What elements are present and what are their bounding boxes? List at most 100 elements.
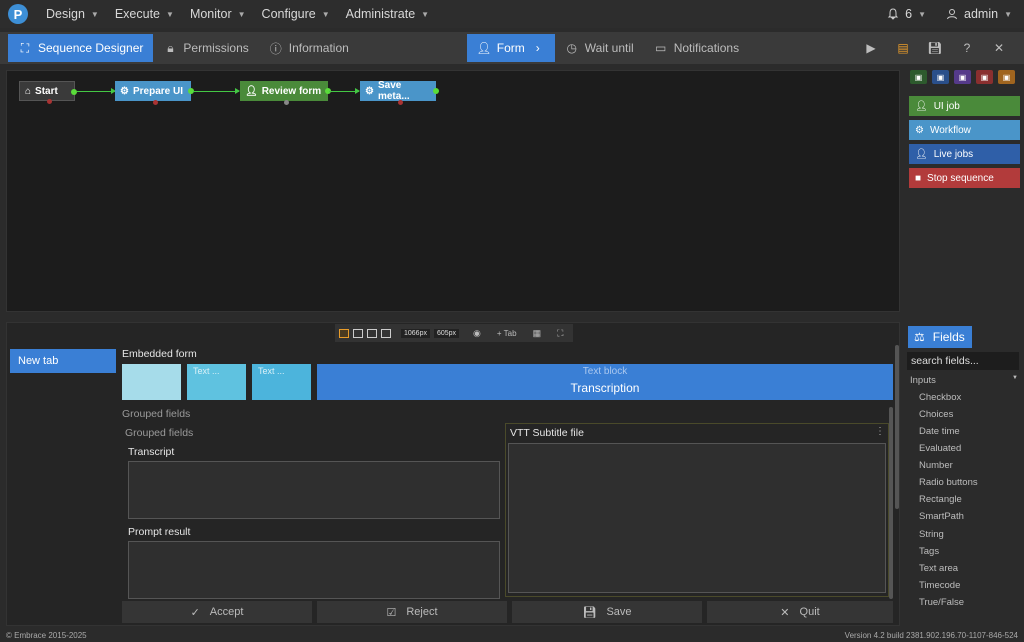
chevron-down-icon: ▼ — [90, 9, 99, 19]
play-icon[interactable]: ▶ — [864, 41, 878, 55]
sequence-canvas[interactable]: ⌂ Start ⚙ Prepare UI 👤︎ Review form ⚙ Save m… — [6, 70, 900, 312]
transcript-textarea[interactable] — [128, 461, 500, 519]
user-icon: 👤︎ — [915, 100, 928, 112]
vtt-subtitle-group[interactable]: VTT Subtitle file ⋮ — [505, 423, 889, 597]
node-save-meta[interactable]: ⚙ Save meta... — [360, 80, 439, 105]
ui-job-button[interactable]: 👤︎ UI job — [909, 96, 1020, 116]
node-review-form[interactable]: 👤︎ Review form — [240, 81, 331, 105]
field-item[interactable]: Tags — [919, 546, 939, 557]
fields-header[interactable]: ⚖ Fields — [908, 326, 972, 348]
search-fields-input[interactable] — [907, 352, 1019, 370]
field-item[interactable]: Radio buttons — [919, 477, 978, 488]
help-icon[interactable]: ? — [960, 41, 974, 55]
prompt-result-label: Prompt result — [128, 526, 191, 538]
sequence-side-panel: ▣ ▣ ▣ ▣ ▣ 👤︎ UI job ⚙ Workflow 👤︎ Live jobs… — [904, 68, 1024, 314]
screen-size-icon[interactable] — [339, 328, 349, 338]
accept-button[interactable]: ✓ Accept — [122, 601, 312, 623]
transcript-label: Transcript — [128, 446, 175, 458]
mini-cell[interactable]: Text ... — [252, 364, 311, 400]
tab-wait-until[interactable]: ◷ Wait until — [555, 34, 644, 62]
field-item[interactable]: True/False — [919, 597, 964, 608]
red-node-icon[interactable]: ▣ — [976, 70, 993, 84]
node-start[interactable]: ⌂ Start — [19, 81, 77, 104]
embedded-form-label: Embedded form — [122, 348, 197, 360]
height-input[interactable]: 605px — [433, 328, 460, 338]
nav-execute[interactable]: Execute ▼ — [115, 7, 174, 21]
tab-new-tab[interactable]: New tab — [10, 349, 116, 373]
reject-button[interactable]: ☑ Reject — [317, 601, 507, 623]
quit-button[interactable]: ✕ Quit — [707, 601, 893, 623]
nav-monitor[interactable]: Monitor ▼ — [190, 7, 246, 21]
accept-label: Accept — [209, 606, 244, 618]
add-tab-button[interactable]: + Tab — [497, 329, 517, 338]
edge — [77, 88, 116, 94]
mini-cell[interactable]: Text ... — [187, 364, 246, 400]
user-icon: 👤︎ — [915, 148, 928, 160]
text-block-title: Transcription — [570, 381, 640, 395]
field-item[interactable]: Text area — [919, 563, 958, 574]
nav-configure[interactable]: Configure ▼ — [262, 7, 330, 21]
eye-icon[interactable]: ◉ — [473, 328, 481, 339]
blue-node-icon[interactable]: ▣ — [932, 70, 949, 84]
close-icon[interactable]: ✕ — [992, 41, 1006, 55]
vtt-subtitle-textarea[interactable] — [508, 443, 886, 593]
field-item[interactable]: Choices — [919, 409, 953, 420]
lock-icon: 🔒︎ — [167, 40, 174, 55]
node-save-meta-label: Save meta... — [377, 80, 410, 102]
tab-information[interactable]: ⓘ Information — [259, 34, 359, 62]
node-prepare-ui-label: Prepare UI — [132, 85, 183, 97]
scrollbar[interactable] — [889, 407, 893, 599]
more-options-icon[interactable]: ⋮ — [875, 426, 885, 437]
nav-configure-label: Configure — [261, 7, 316, 21]
field-item[interactable]: SmartPath — [919, 511, 964, 522]
app-logo[interactable]: P — [8, 4, 28, 24]
purple-node-icon[interactable]: ▣ — [954, 70, 971, 84]
field-item[interactable]: Timecode — [919, 580, 960, 591]
tab-form[interactable]: 👤︎ Form › — [466, 34, 555, 62]
save-button[interactable]: 💾︎ Save — [512, 601, 702, 623]
chevron-down-icon: ▼ — [1012, 375, 1018, 381]
green-node-icon[interactable]: ▣ — [910, 70, 927, 84]
field-item[interactable]: Checkbox — [919, 392, 961, 403]
tab-sequence-designer[interactable]: ⛶ Sequence Designer — [8, 34, 154, 62]
mini-cell[interactable] — [122, 364, 181, 400]
workflow-button[interactable]: ⚙ Workflow — [909, 120, 1020, 140]
scrollbar[interactable] — [895, 345, 899, 509]
screen-size-icon[interactable] — [381, 328, 391, 338]
live-jobs-button[interactable]: 👤︎ Live jobs — [909, 144, 1020, 164]
tab-permissions[interactable]: 🔒︎ Permissions — [153, 34, 258, 62]
node-prepare-ui[interactable]: ⚙ Prepare UI — [115, 81, 194, 105]
text-block[interactable]: Text block Transcription — [317, 364, 893, 400]
width-input[interactable]: 1066px — [401, 328, 430, 338]
tab-notifications[interactable]: ▭ Notifications — [644, 34, 749, 62]
nav-design[interactable]: Design ▼ — [46, 7, 99, 21]
user-icon — [947, 9, 958, 20]
designer-toolbar: ⛶ Sequence Designer 🔒︎ Permissions ⓘ Inf… — [0, 32, 1024, 64]
node-review-form-label: Review form — [261, 85, 322, 97]
fields-title: Fields — [932, 330, 965, 344]
user-menu[interactable]: admin ▼ — [946, 7, 1012, 21]
orange-node-icon[interactable]: ▣ — [998, 70, 1015, 84]
field-item[interactable]: Rectangle — [919, 494, 962, 505]
prompt-result-textarea[interactable] — [128, 541, 500, 599]
field-item[interactable]: Date time — [919, 426, 960, 437]
stop-sequence-button[interactable]: ■ Stop sequence — [909, 168, 1020, 188]
form-designer: 1066px 605px ◉ + Tab ▦ ⛶ New tab Embedde… — [6, 322, 900, 626]
tab-wait-until-label: Wait until — [584, 41, 634, 55]
grid-icon[interactable]: ▦ — [533, 328, 542, 339]
nav-administrate[interactable]: Administrate ▼ — [346, 7, 429, 21]
user-icon: 👤︎ — [245, 85, 258, 97]
screen-size-icon[interactable] — [353, 328, 363, 338]
field-item[interactable]: Evaluated — [919, 443, 961, 454]
message-icon: ▭ — [655, 41, 667, 55]
clock-icon: ◷ — [566, 41, 578, 55]
fullscreen-icon[interactable]: ⛶ — [557, 328, 563, 339]
screen-size-icon[interactable] — [367, 328, 377, 338]
field-item[interactable]: String — [919, 529, 944, 540]
stop-sequence-label: Stop sequence — [927, 172, 994, 184]
field-item[interactable]: Number — [919, 460, 953, 471]
save-dropdown-icon[interactable]: 💾︎ — [927, 41, 942, 55]
inputs-section-header[interactable]: Inputs ▼ — [910, 375, 1018, 386]
notifications-menu[interactable]: 6 ▼ — [887, 7, 926, 21]
layout-icon[interactable]: ▤ — [896, 41, 910, 55]
